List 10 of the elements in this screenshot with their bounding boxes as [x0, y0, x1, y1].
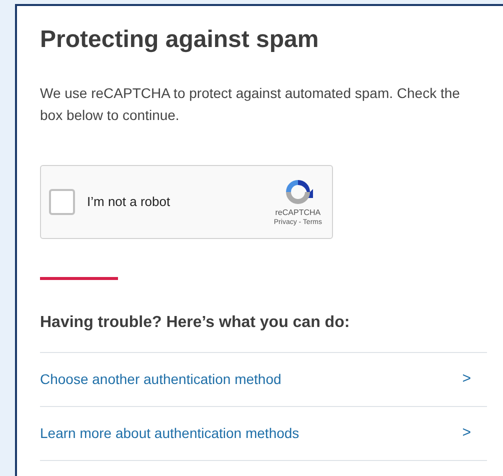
help-link[interactable]: Learn more about authentication methods: [40, 423, 300, 444]
help-heading: Having trouble? Here’s what you can do:: [40, 313, 351, 333]
chevron-icon: >: [462, 368, 471, 391]
recaptcha-brand: reCAPTCHA: [275, 208, 321, 218]
checkbox[interactable]: [49, 189, 75, 215]
checkbox-label: I’m not a robot: [87, 193, 170, 212]
help-link[interactable]: Choose another authentication method: [40, 369, 282, 390]
chevron-icon: >: [462, 422, 471, 445]
page-title: Protecting against spam: [40, 25, 320, 55]
intro-text: We use reCAPTCHA to protect against automated spam. Check the box below to continue.: [40, 84, 461, 125]
